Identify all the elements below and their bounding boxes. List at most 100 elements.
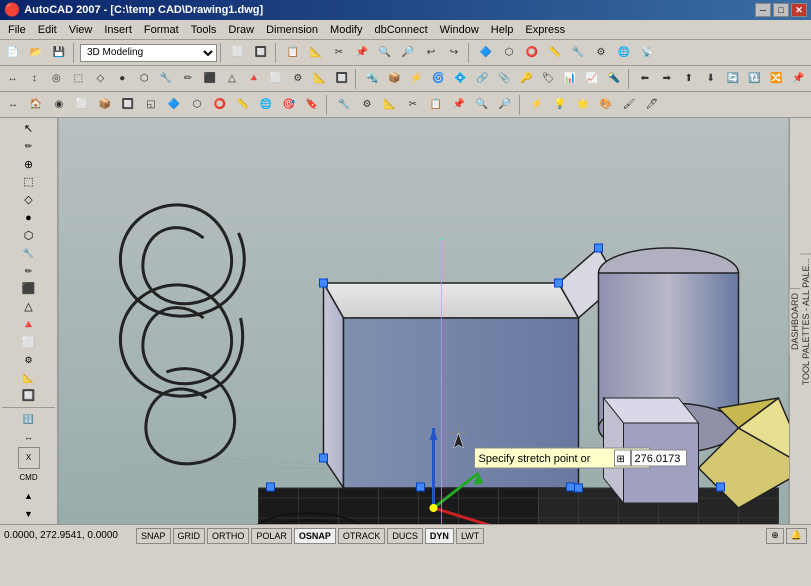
ortho-button[interactable]: ORTHO [207, 528, 249, 544]
calc-tool[interactable]: 🔢 [16, 411, 42, 428]
command-a-tool[interactable]: CMD [16, 470, 42, 487]
tb3-icon-7[interactable]: ◱ [140, 94, 162, 116]
tb3-icon-13[interactable]: 🎯 [278, 94, 300, 116]
gear-tool[interactable]: ⚙ [16, 352, 42, 369]
tb3-icon-20[interactable]: 📌 [448, 94, 470, 116]
tb2-icon-19[interactable]: ⚡ [406, 68, 427, 90]
tb3-icon-28[interactable]: 🖊 [641, 94, 663, 116]
tb-icon-18[interactable]: 📡 [636, 42, 658, 64]
tb2-icon-24[interactable]: 🔑 [516, 68, 537, 90]
select-arrow-tool[interactable]: ↖ [16, 120, 42, 137]
measure-tool[interactable]: 📐 [16, 370, 42, 387]
menu-edit[interactable]: Edit [32, 22, 63, 38]
new-button[interactable]: 📄 [2, 42, 24, 64]
tb-icon-3[interactable]: 📋 [282, 42, 304, 64]
menu-format[interactable]: Format [138, 22, 185, 38]
tb3-icon-12[interactable]: 🌐 [255, 94, 277, 116]
viewport[interactable]: Specify stretch point or ⊞ 276.0173 [58, 118, 789, 524]
tb-icon-12[interactable]: ⬡ [498, 42, 520, 64]
tb3-icon-3[interactable]: ◉ [48, 94, 70, 116]
tb3-icon-9[interactable]: ⬡ [186, 94, 208, 116]
snap-button[interactable]: SNAP [136, 528, 171, 544]
tb-icon-1[interactable]: ⬜ [227, 42, 249, 64]
tb2-icon-14[interactable]: ⚙ [287, 68, 308, 90]
sidebar-bottom-2[interactable]: ▼ [16, 505, 42, 522]
menu-help[interactable]: Help [485, 22, 520, 38]
tb2-icon-28[interactable]: 🔦 [604, 68, 625, 90]
menu-view[interactable]: View [63, 22, 99, 38]
tb3-icon-23[interactable]: ⚡ [526, 94, 548, 116]
tb3-icon-8[interactable]: 🔷 [163, 94, 185, 116]
tb2-icon-20[interactable]: 🌀 [428, 68, 449, 90]
tb2-icon-13[interactable]: ⬜ [265, 68, 286, 90]
tb2-icon-9[interactable]: ✏ [178, 68, 199, 90]
tb-icon-7[interactable]: 🔍 [374, 42, 396, 64]
tb2-icon-31[interactable]: ⬆ [678, 68, 699, 90]
tb2-icon-36[interactable]: 📌 [788, 68, 809, 90]
tb3-icon-16[interactable]: ⚙ [356, 94, 378, 116]
tb3-icon-21[interactable]: 🔍 [471, 94, 493, 116]
tb2-icon-17[interactable]: 🔩 [362, 68, 383, 90]
tb-icon-10[interactable]: ↪ [443, 42, 465, 64]
tb2-icon-25[interactable]: 🏷 [538, 68, 559, 90]
tb2-icon-8[interactable]: 🔧 [156, 68, 177, 90]
triangle2-tool[interactable]: 🔺 [16, 316, 42, 333]
pencil-tool[interactable]: ✏ [16, 263, 42, 280]
tb2-icon-7[interactable]: ⬡ [134, 68, 155, 90]
tb2-icon-5[interactable]: ◇ [90, 68, 111, 90]
tb2-icon-35[interactable]: 🔀 [766, 68, 787, 90]
save-button[interactable]: 💾 [48, 42, 70, 64]
grid-tool[interactable]: 🔲 [16, 387, 42, 404]
tb-icon-13[interactable]: ⭕ [521, 42, 543, 64]
tb2-icon-21[interactable]: 💠 [450, 68, 471, 90]
tb3-icon-18[interactable]: ✂ [402, 94, 424, 116]
tb3-icon-22[interactable]: 🔎 [494, 94, 516, 116]
menu-draw[interactable]: Draw [222, 22, 260, 38]
tb2-icon-34[interactable]: 🔃 [744, 68, 765, 90]
menu-express[interactable]: Express [519, 22, 571, 38]
dyn-button[interactable]: DYN [425, 528, 454, 544]
box-tool[interactable]: ⬚ [16, 173, 42, 190]
polar-button[interactable]: POLAR [251, 528, 292, 544]
open-button[interactable]: 📂 [25, 42, 47, 64]
tb2-icon-15[interactable]: 📐 [309, 68, 330, 90]
triangle-tool[interactable]: △ [16, 298, 42, 315]
tb3-icon-26[interactable]: 🎨 [595, 94, 617, 116]
tb3-icon-15[interactable]: 🔧 [333, 94, 355, 116]
tb3-icon-4[interactable]: ⬜ [71, 94, 93, 116]
tb-icon-8[interactable]: 🔎 [397, 42, 419, 64]
osnap-button[interactable]: OSNAP [294, 528, 336, 544]
tb2-icon-23[interactable]: 📎 [494, 68, 515, 90]
tb2-icon-2[interactable]: ↕ [24, 68, 45, 90]
fill-tool[interactable]: ⬛ [16, 280, 42, 297]
tb-icon-14[interactable]: 📏 [544, 42, 566, 64]
tb3-icon-11[interactable]: 📏 [232, 94, 254, 116]
tb3-icon-19[interactable]: 📋 [425, 94, 447, 116]
tb-icon-4[interactable]: 📐 [305, 42, 327, 64]
tb2-icon-29[interactable]: ⬅ [634, 68, 655, 90]
menu-modify[interactable]: Modify [324, 22, 368, 38]
sidebar-bottom-1[interactable]: ▲ [16, 487, 42, 504]
tb2-icon-3[interactable]: ◎ [46, 68, 67, 90]
grid-button[interactable]: GRID [173, 528, 206, 544]
tb3-icon-2[interactable]: 🏠 [25, 94, 47, 116]
tb2-icon-10[interactable]: ⬛ [200, 68, 221, 90]
tb3-icon-25[interactable]: 🌟 [572, 94, 594, 116]
workspace-dropdown[interactable]: 3D ModelingAutoCAD Classic2D Drafting & … [80, 44, 217, 62]
tb3-icon-14[interactable]: 🔖 [301, 94, 323, 116]
tb-icon-2[interactable]: 🔲 [250, 42, 272, 64]
status-extra-1[interactable]: ⊕ [766, 528, 784, 544]
tb3-icon-10[interactable]: ⭕ [209, 94, 231, 116]
ducs-button[interactable]: DUCS [387, 528, 423, 544]
tb2-icon-32[interactable]: ⬇ [700, 68, 721, 90]
tb-icon-11[interactable]: 🔷 [475, 42, 497, 64]
tb3-icon-17[interactable]: 📐 [379, 94, 401, 116]
diamond-tool[interactable]: ◇ [16, 191, 42, 208]
cmd-toggle-button[interactable]: X [18, 447, 40, 469]
tb-icon-9[interactable]: ↩ [420, 42, 442, 64]
menu-dimension[interactable]: Dimension [260, 22, 324, 38]
menu-tools[interactable]: Tools [185, 22, 223, 38]
tb-icon-16[interactable]: ⚙ [590, 42, 612, 64]
expand-tool[interactable]: ↔ [16, 429, 42, 446]
tb2-icon-12[interactable]: 🔺 [243, 68, 264, 90]
